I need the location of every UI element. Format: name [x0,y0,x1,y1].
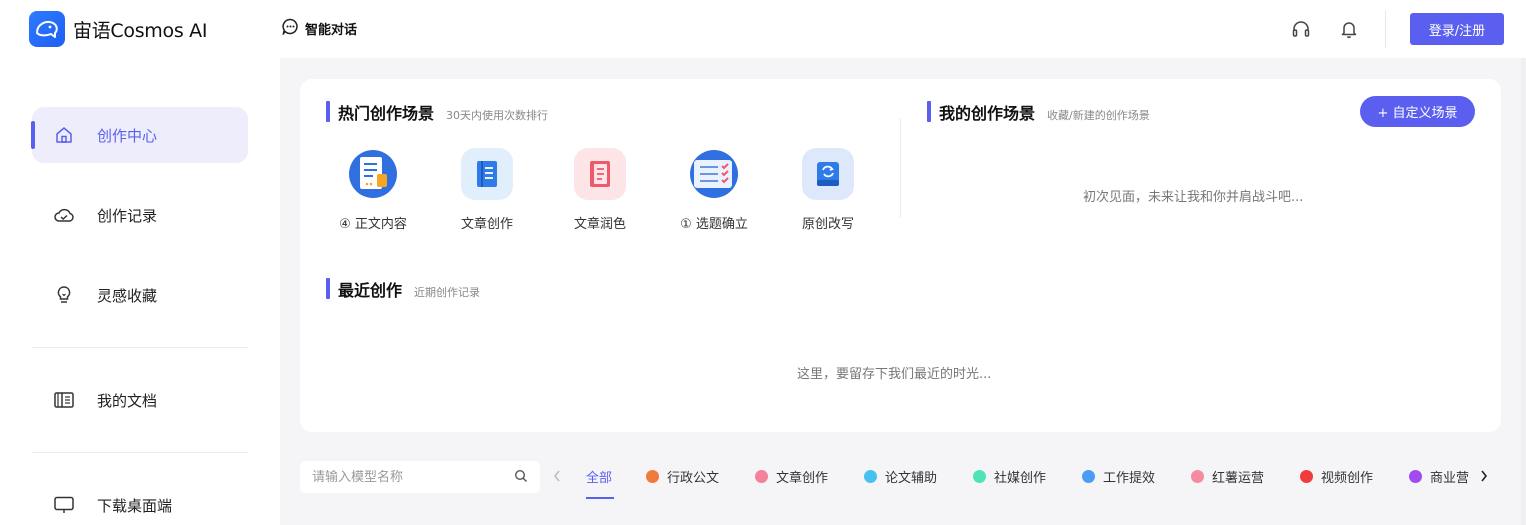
book-red-icon [574,148,626,200]
notebook-icon [461,148,513,200]
my-scenes-title: 我的创作场景 [939,104,1036,123]
recent-empty-text: 这里，要留存下我们最近的时光... [797,367,992,382]
refresh-book-icon [802,148,854,200]
nav-smart-chat[interactable]: 智能对话 [282,18,357,39]
sidebar-item-my-documents[interactable]: 我的文档 [32,372,248,428]
lightbulb-icon [52,283,76,307]
my-scenes-empty-text: 初次见面，未来让我和你并肩战斗吧... [1083,190,1304,205]
recent-header: 最近创作 近期创作记录 [326,277,480,301]
sidebar-item-label: 创作记录 [97,206,158,225]
scene-item[interactable]: 文章润色 [545,148,655,232]
sidebar-divider [32,452,248,453]
category-item[interactable]: 红薯运营 [1191,467,1264,486]
category-item[interactable]: 行政公文 [646,467,719,486]
hot-scenes-subtitle: 30天内使用次数排行 [446,109,549,122]
category-dot [1300,470,1313,483]
my-scenes-header: 我的创作场景 收藏/新建的创作场景 [927,100,1150,124]
category-dot [973,470,986,483]
sidebar-item-label: 我的文档 [97,391,158,410]
category-dot [1409,470,1422,483]
category-item[interactable]: 商业营 [1409,467,1469,486]
book-icon [52,388,76,412]
logo-icon[interactable] [29,11,65,47]
my-scenes-subtitle: 收藏/新建的创作场景 [1047,109,1150,122]
section-accent-bar [326,278,330,299]
category-dot [755,470,768,483]
scene-item[interactable]: 原创改写 [773,148,883,232]
sidebar-item-creation-center[interactable]: 创作中心 [31,107,248,163]
category-label: 社媒创作 [994,471,1047,486]
sidebar-item-label: 灵感收藏 [97,286,158,305]
category-dot [1082,470,1095,483]
category-label: 视频创作 [1321,471,1374,486]
scrollbar[interactable] [1521,58,1526,525]
category-dot [646,470,659,483]
section-accent-bar [326,101,330,122]
hot-scenes-header: 热门创作场景 30天内使用次数排行 [326,100,548,124]
category-label: 全部 [586,471,613,486]
sidebar-item-inspiration[interactable]: 灵感收藏 [32,267,248,323]
scene-label: ④ 正文内容 [339,217,407,232]
recent-title: 最近创作 [338,281,403,300]
top-bar: 宙语Cosmos AI 智能对话 登录/注册 [0,0,1526,58]
category-label: 红薯运营 [1212,471,1265,486]
category-active-underline [586,497,614,499]
search-icon[interactable] [514,468,528,487]
scene-item[interactable]: 文章创作 [432,148,542,232]
category-item[interactable]: 工作提效 [1082,467,1155,486]
chevron-left-icon[interactable] [550,465,564,487]
cloud-check-icon [52,203,76,227]
chevron-right-icon[interactable] [1477,465,1491,487]
category-item[interactable]: 视频创作 [1300,467,1373,486]
scene-label: ① 选题确立 [680,217,748,232]
category-label: 论文辅助 [885,471,938,486]
brand-name[interactable]: 宙语Cosmos AI [73,16,207,43]
category-item[interactable]: 社媒创作 [973,467,1046,486]
category-label: 工作提效 [1103,471,1156,486]
category-dot [1191,470,1204,483]
sidebar-item-label: 下载桌面端 [97,496,173,515]
scene-item[interactable]: ① 选题确立 [659,148,769,232]
chat-bubble-icon [282,18,299,39]
header-divider [1385,10,1386,48]
nav-smart-chat-label: 智能对话 [305,23,358,38]
category-all[interactable]: 全部 [586,467,612,486]
model-search-input[interactable] [312,469,514,485]
hot-scenes-title: 热门创作场景 [338,104,435,123]
document-list-icon [347,148,399,200]
recent-subtitle: 近期创作记录 [414,286,481,299]
sidebar-item-label: 创作中心 [97,126,158,145]
section-accent-bar [927,101,931,122]
category-label: 商业营 [1430,471,1470,486]
checklist-icon [688,148,740,200]
home-icon [52,123,76,147]
sidebar-item-creation-records[interactable]: 创作记录 [32,187,248,243]
scene-item[interactable]: ④ 正文内容 [318,148,428,232]
sidebar-item-download-desktop[interactable]: 下载桌面端 [32,477,248,525]
headset-icon[interactable] [1290,18,1312,40]
category-item[interactable]: 论文辅助 [864,467,937,486]
section-divider [900,118,901,218]
scene-label: 文章创作 [460,217,513,232]
category-item[interactable]: 文章创作 [755,467,828,486]
model-search-box [300,461,540,493]
login-register-button[interactable]: 登录/注册 [1410,13,1504,45]
custom-scene-button[interactable]: + 自定义场景 [1360,96,1475,127]
category-dot [864,470,877,483]
monitor-icon [52,493,76,517]
bell-icon[interactable] [1338,18,1360,40]
sidebar-divider [32,347,248,348]
scene-label: 原创改写 [801,217,854,232]
category-label: 文章创作 [776,471,829,486]
category-label: 行政公文 [667,471,720,486]
scene-label: 文章润色 [573,217,626,232]
